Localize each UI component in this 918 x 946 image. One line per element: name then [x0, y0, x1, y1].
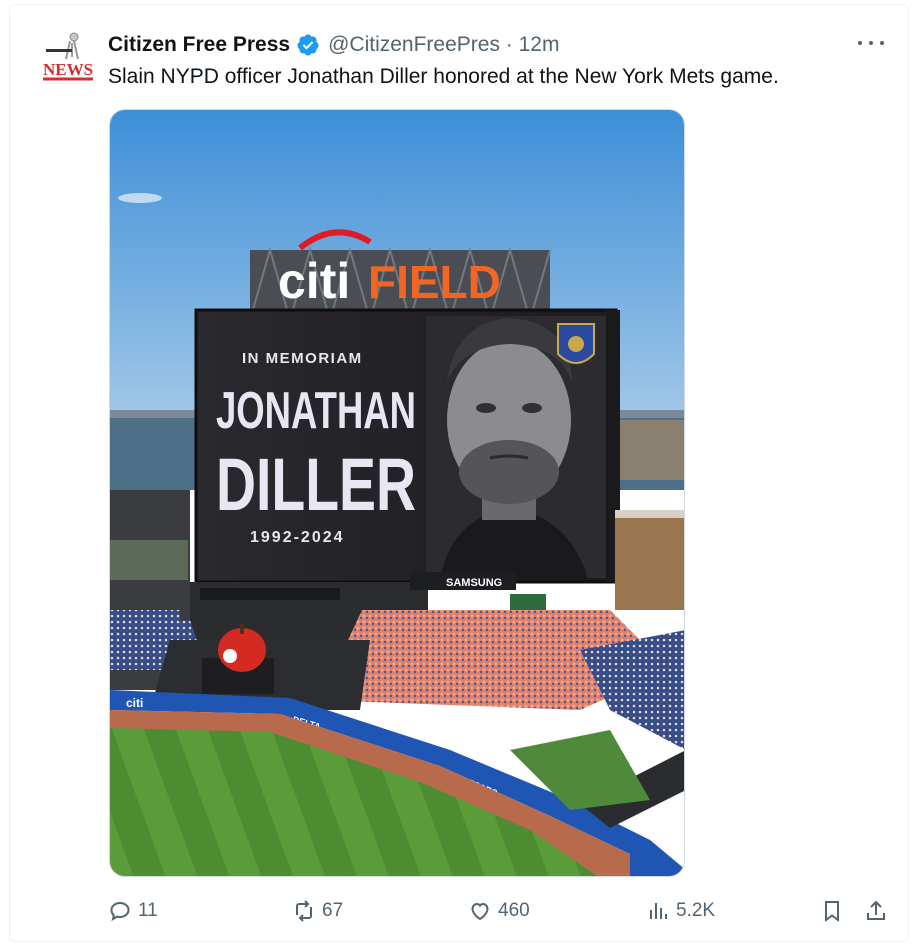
tweet-photo[interactable]: citi FIELD IN MEMORIAM JONATHAN DILLER 1… [109, 109, 685, 877]
svg-text:FIELD: FIELD [368, 256, 501, 308]
reply-icon [110, 901, 130, 922]
svg-text:citi: citi [278, 253, 350, 309]
share-icon [867, 900, 885, 920]
svg-text:NEWS: NEWS [43, 60, 93, 79]
svg-text:DILLER: DILLER [216, 443, 416, 526]
verified-icon [297, 34, 319, 56]
reply-button[interactable]: 11 [108, 895, 158, 927]
views-icon [650, 903, 667, 919]
views-count: 5.2K [676, 900, 716, 921]
like-count: 460 [498, 900, 530, 921]
more-icon[interactable] [858, 33, 884, 53]
tweet-text: Slain NYPD officer Jonathan Diller honor… [108, 65, 779, 88]
repost-button[interactable]: 67 [292, 895, 343, 927]
repost-count: 67 [322, 900, 344, 921]
tweet-actions: 11 67 460 5.2K [108, 895, 888, 927]
avatar[interactable]: NEWS [40, 31, 96, 89]
views-button[interactable]: 5.2K [646, 895, 715, 927]
svg-text:1992-2024: 1992-2024 [250, 529, 345, 546]
tweet-header: Citizen Free Press @CitizenFreePres · 12… [108, 31, 559, 59]
bookmark-icon [825, 901, 839, 922]
like-button[interactable]: 460 [468, 895, 530, 927]
bookmark-button[interactable] [820, 895, 844, 927]
author-name[interactable]: Citizen Free Press [108, 33, 290, 57]
share-button[interactable] [864, 895, 888, 927]
like-icon [471, 902, 489, 921]
svg-text:citi: citi [126, 696, 143, 710]
svg-text:SAMSUNG: SAMSUNG [446, 577, 502, 589]
svg-text:IN MEMORIAM: IN MEMORIAM [242, 350, 363, 367]
tweet-card[interactable]: NEWS Citizen Free Press @CitizenFreePres… [9, 4, 909, 942]
svg-text:JONATHAN: JONATHAN [216, 382, 416, 440]
reply-count: 11 [138, 900, 158, 921]
repost-icon [296, 900, 312, 922]
author-handle-time[interactable]: @CitizenFreePres · 12m [328, 33, 559, 57]
